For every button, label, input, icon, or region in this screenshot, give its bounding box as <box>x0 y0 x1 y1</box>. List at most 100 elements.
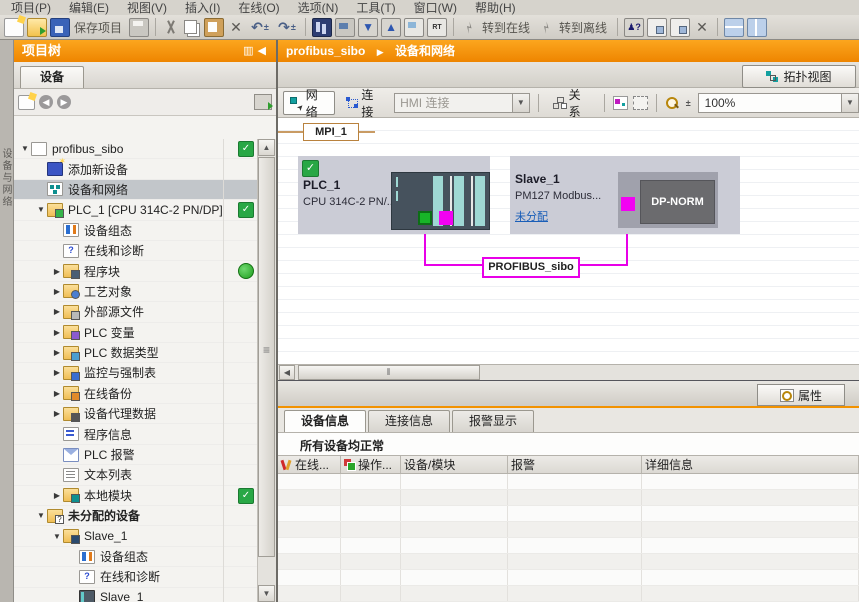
tree-scrollbar[interactable]: ▲ ▼ <box>257 139 276 602</box>
table-row[interactable] <box>278 474 859 490</box>
tree-item[interactable]: ▶设备代理数据 <box>14 404 260 424</box>
expand-arrow-icon[interactable]: ▶ <box>52 409 62 418</box>
paste-icon[interactable] <box>204 18 224 37</box>
table-row[interactable] <box>278 570 859 586</box>
download-to-device-icon[interactable]: ▼ <box>358 18 378 37</box>
table-row[interactable] <box>278 522 859 538</box>
scrollbar-thumb[interactable]: ⦀ <box>298 365 480 380</box>
menu-item-0[interactable]: 项目(P) <box>2 1 60 15</box>
go-offline-button[interactable]: 转到离线 <box>559 19 607 36</box>
expand-arrow-icon[interactable]: ▼ <box>20 144 30 153</box>
expand-arrow-icon[interactable]: ▼ <box>36 205 46 214</box>
column-header[interactable]: 操作... <box>341 456 401 473</box>
tree-item[interactable]: 添加新设备 <box>14 159 260 179</box>
canvas-horizontal-scrollbar[interactable]: ◀ ⦀ <box>278 364 859 381</box>
menu-item-8[interactable]: 帮助(H) <box>466 1 525 15</box>
pin-pane-icon[interactable]: ▥ <box>243 45 257 57</box>
library-icon[interactable] <box>312 18 332 37</box>
menu-item-4[interactable]: 在线(O) <box>229 1 288 15</box>
expand-arrow-icon[interactable]: ▶ <box>52 267 62 276</box>
scroll-up-icon[interactable]: ▲ <box>258 139 275 156</box>
table-row[interactable] <box>278 586 859 602</box>
split-horizontal-icon[interactable] <box>724 18 744 37</box>
collapse-pane-icon[interactable]: ◀ <box>258 45 270 57</box>
copy-icon[interactable] <box>184 20 197 34</box>
tree-item[interactable]: PLC 报警 <box>14 445 260 465</box>
plc-module-image[interactable] <box>391 172 490 230</box>
profibus-line[interactable] <box>574 264 628 266</box>
network-mode-button[interactable]: 网络 <box>283 91 335 115</box>
tree-item[interactable]: ▶PLC 变量 <box>14 323 260 343</box>
tree-item[interactable]: ▶PLC 数据类型 <box>14 343 260 363</box>
plc-pn-port[interactable] <box>418 211 432 225</box>
menu-item-6[interactable]: 工具(T) <box>347 1 404 15</box>
expand-arrow-icon[interactable]: ▶ <box>52 287 62 296</box>
page-breaks-icon[interactable] <box>633 96 648 110</box>
connection-type-select[interactable]: HMI 连接 ▼ <box>394 93 530 113</box>
slave-dp-port[interactable] <box>621 197 635 211</box>
menu-item-3[interactable]: 插入(I) <box>176 1 229 15</box>
side-strip[interactable]: 设备与网络 <box>0 40 14 602</box>
tree-item[interactable]: ▶本地模块✓ <box>14 486 260 506</box>
table-row[interactable] <box>278 538 859 554</box>
show-address-labels-icon[interactable] <box>613 96 628 110</box>
tree-item[interactable]: 设备组态 <box>14 221 260 241</box>
zoom-fit-icon[interactable]: ± <box>686 98 691 108</box>
stop-cpu-icon[interactable] <box>670 18 690 37</box>
expand-arrow-icon[interactable]: ▼ <box>36 511 46 520</box>
inspector-tab-2[interactable]: 报警显示 <box>452 410 534 432</box>
upload-from-device-icon[interactable]: ▲ <box>381 18 401 37</box>
relations-button[interactable]: 关系 <box>547 92 597 114</box>
tree-item[interactable]: Slave_1 <box>14 588 260 602</box>
cut-icon[interactable] <box>162 19 180 36</box>
breadcrumb-page[interactable]: 设备和网络 <box>395 44 455 58</box>
expand-arrow-icon[interactable]: ▶ <box>52 307 62 316</box>
tree-item[interactable]: ▶在线备份 <box>14 384 260 404</box>
menu-item-7[interactable]: 窗口(W) <box>405 1 466 15</box>
profibus-line[interactable] <box>424 264 484 266</box>
column-header[interactable]: 设备/模块 <box>401 456 508 473</box>
open-project-icon[interactable] <box>27 18 47 37</box>
accessible-devices-icon[interactable]: ♟? <box>624 18 644 37</box>
menu-item-5[interactable]: 选项(N) <box>289 1 348 15</box>
tree-item[interactable]: 文本列表 <box>14 465 260 485</box>
topology-view-button[interactable]: 拓扑视图 <box>742 65 856 88</box>
tree-item[interactable]: 设备和网络 <box>14 180 260 200</box>
dp-norm-module[interactable]: DP-NORM <box>640 180 715 224</box>
tree-item[interactable]: ▼PLC_1 [CPU 314C-2 PN/DP]✓ <box>14 200 260 220</box>
tree-item[interactable]: ▶程序块 <box>14 261 260 281</box>
tree-item[interactable]: 设备组态 <box>14 547 260 567</box>
tree-item[interactable]: 在线和诊断 <box>14 241 260 261</box>
tree-item[interactable]: ▶监控与强制表 <box>14 363 260 383</box>
start-cpu-icon[interactable] <box>647 18 667 37</box>
inspector-tab-0[interactable]: 设备信息 <box>284 410 366 432</box>
new-item-icon[interactable] <box>18 95 35 110</box>
plc-device[interactable]: ✓ PLC_1 CPU 314C-2 PN/... <box>298 156 490 234</box>
go-online-icon[interactable]: 🗲 <box>457 15 482 40</box>
scroll-down-icon[interactable]: ▼ <box>258 585 275 602</box>
network-canvas[interactable]: MPI_1 PROFIBUS_sibo ✓ PLC_1 CPU 314C-2 P… <box>278 118 859 364</box>
save-project-icon[interactable] <box>50 18 70 37</box>
tree-item[interactable]: ▼未分配的设备 <box>14 506 260 526</box>
save-project-button[interactable]: 保存项目 <box>74 19 122 36</box>
expand-arrow-icon[interactable]: ▶ <box>52 348 62 357</box>
split-vertical-icon[interactable] <box>747 18 767 37</box>
assign-master-link[interactable]: 未分配 <box>515 208 548 224</box>
print-icon[interactable] <box>129 18 149 37</box>
device-config-icon[interactable] <box>335 18 355 37</box>
profibus-network-label[interactable]: PROFIBUS_sibo <box>482 257 580 278</box>
sort-icon[interactable] <box>254 94 272 110</box>
column-header[interactable]: 在线... <box>278 456 341 473</box>
navigate-forward-icon[interactable]: ▶ <box>57 95 71 109</box>
redo-icon[interactable]: ↷± <box>275 19 299 36</box>
zoom-icon[interactable] <box>665 96 680 110</box>
expand-arrow-icon[interactable]: ▶ <box>52 328 62 337</box>
column-header[interactable]: 详细信息 <box>642 456 859 473</box>
navigate-back-icon[interactable]: ◀ <box>39 95 53 109</box>
expand-arrow-icon[interactable]: ▶ <box>52 389 62 398</box>
tree-item[interactable]: 程序信息 <box>14 424 260 444</box>
chevron-down-icon[interactable]: ▼ <box>512 94 529 112</box>
expand-arrow-icon[interactable]: ▼ <box>52 532 62 541</box>
runtime-icon[interactable]: RT <box>427 18 447 37</box>
plc-dp-port[interactable] <box>439 211 453 225</box>
